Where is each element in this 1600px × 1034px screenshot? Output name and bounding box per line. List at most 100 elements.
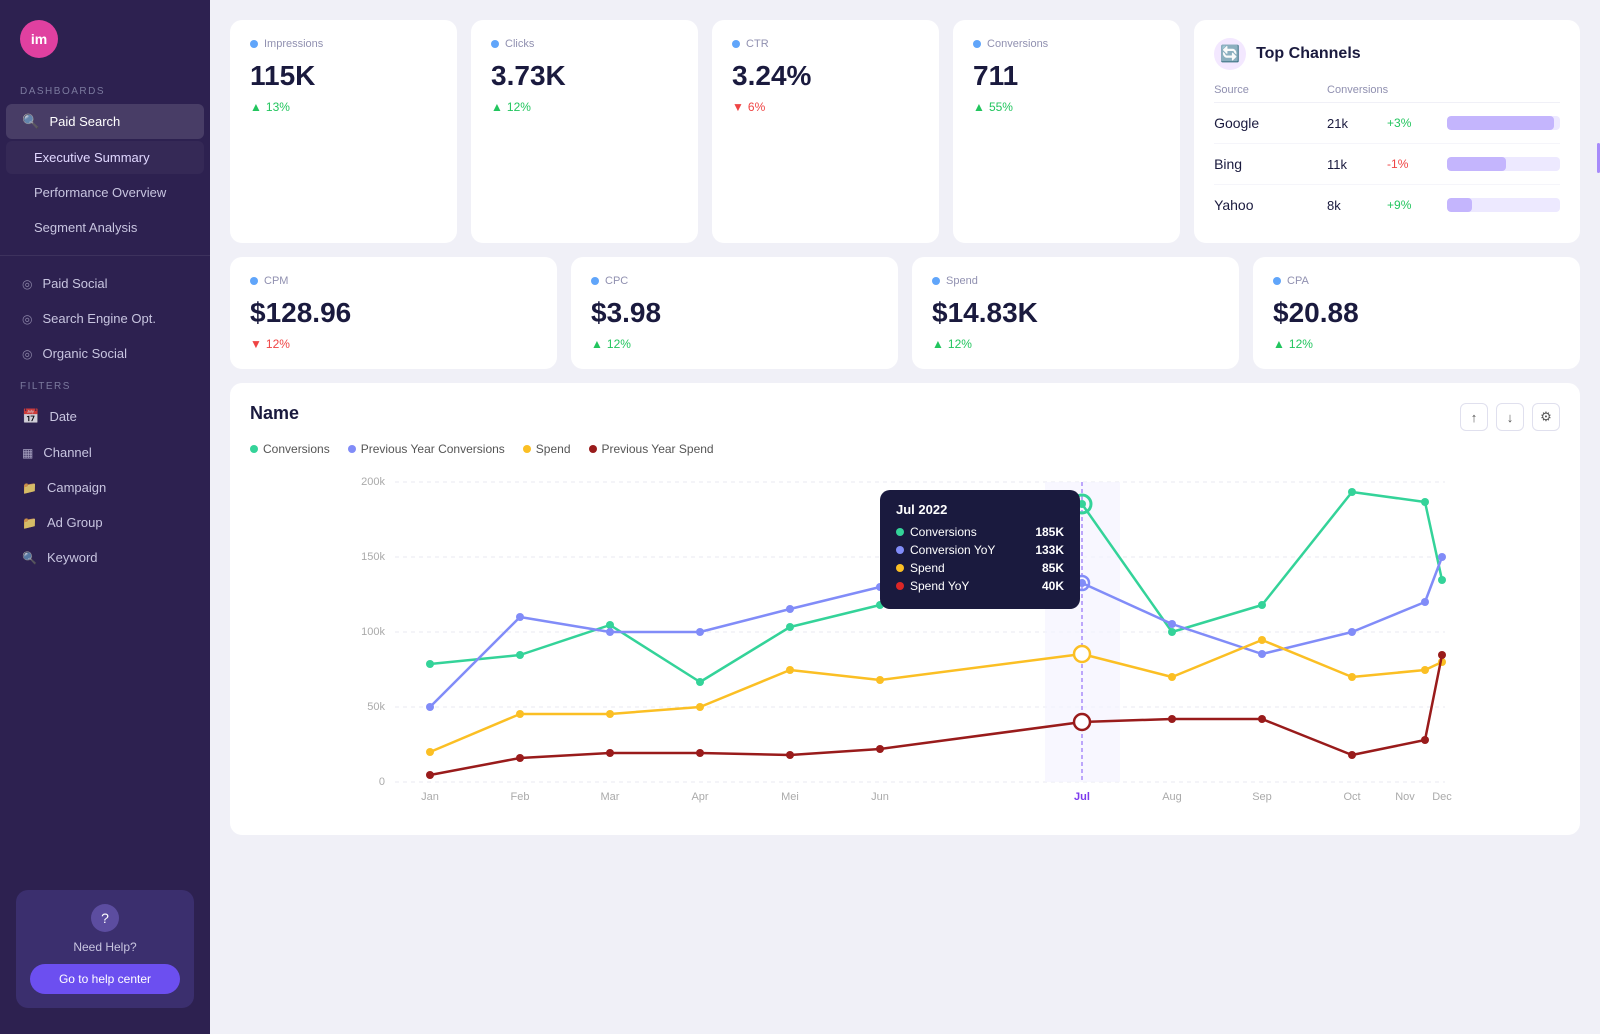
metric-change: ▲ 12% <box>491 100 678 114</box>
svg-text:Jul: Jul <box>1074 791 1090 803</box>
metric-value: $20.88 <box>1273 297 1560 329</box>
ad-group-icon: 📁 <box>22 516 37 530</box>
channel-row-bing: Bing 11k -1% <box>1214 144 1560 185</box>
metric-change-value: 55% <box>989 100 1013 114</box>
metric-card-clicks: Clicks 3.73K ▲ 12% <box>471 20 698 243</box>
tooltip-label: Spend <box>896 561 945 575</box>
settings-button[interactable]: ⚙ <box>1532 403 1560 431</box>
arrow-down-icon: ▼ <box>732 100 744 114</box>
download-button[interactable]: ↓ <box>1496 403 1524 431</box>
svg-text:150k: 150k <box>361 551 385 563</box>
sidebar-item-label: Search Engine Opt. <box>42 311 155 326</box>
sidebar-item-label: Executive Summary <box>34 150 150 165</box>
metric-card-cpm: CPM $128.96 ▼ 12% <box>230 257 557 369</box>
channels-icon: 🔄 <box>1214 38 1246 70</box>
arrow-down-icon: ▼ <box>250 337 262 351</box>
sidebar-item-paid-social[interactable]: ◎ Paid Social <box>6 267 204 300</box>
metric-change-value: 12% <box>948 337 972 351</box>
logo-area: im <box>0 0 210 68</box>
metrics-row2-grid: CPM $128.96 ▼ 12% CPC $3.98 ▲ 12% Spend <box>230 257 1580 369</box>
conversions-label: Conversions <box>1327 84 1387 96</box>
metric-card-cpc: CPC $3.98 ▲ 12% <box>571 257 898 369</box>
metric-card-conversions: Conversions 711 ▲ 55% <box>953 20 1180 243</box>
chart-title: Name <box>250 403 299 424</box>
metric-change: ▲ 12% <box>932 337 1219 351</box>
sidebar-item-segment-analysis[interactable]: Segment Analysis <box>6 211 204 244</box>
legend-label: Conversions <box>263 442 330 456</box>
tooltip-value: 185K <box>1035 525 1064 539</box>
channel-name: Yahoo <box>1214 197 1327 213</box>
arrow-up-icon: ▲ <box>250 100 262 114</box>
metric-value: $14.83K <box>932 297 1219 329</box>
tooltip-value: 40K <box>1042 579 1064 593</box>
metric-name: CPM <box>264 275 288 287</box>
legend-item-prev-conversions: Previous Year Conversions <box>348 442 505 456</box>
channel-bar-container <box>1447 157 1560 171</box>
metric-dot <box>732 40 740 48</box>
sidebar-item-organic-social[interactable]: ◎ Organic Social <box>6 337 204 370</box>
metric-card-spend: Spend $14.83K ▲ 12% <box>912 257 1239 369</box>
metric-value: 3.24% <box>732 60 919 92</box>
channel-change: -1% <box>1387 157 1447 171</box>
channel-name: Bing <box>1214 156 1327 172</box>
metric-change: ▲ 12% <box>1273 337 1560 351</box>
keyword-icon: 🔍 <box>22 551 37 565</box>
chart-legend: Conversions Previous Year Conversions Sp… <box>250 442 1560 456</box>
svg-text:0: 0 <box>379 776 385 788</box>
metric-change-value: 12% <box>1289 337 1313 351</box>
svg-text:Sep: Sep <box>1252 791 1272 803</box>
channel-change: +9% <box>1387 198 1447 212</box>
sidebar-item-campaign[interactable]: 📁 Campaign <box>6 471 204 504</box>
channel-change: +3% <box>1387 116 1447 130</box>
go-to-help-center-button[interactable]: Go to help center <box>30 964 180 994</box>
channel-conv: 8k <box>1327 198 1387 213</box>
source-label: Source <box>1214 84 1327 96</box>
metric-label: Spend <box>932 275 1219 287</box>
metric-change-value: 12% <box>607 337 631 351</box>
channels-col-headers: Source Conversions <box>1214 84 1560 103</box>
sidebar-item-ad-group[interactable]: 📁 Ad Group <box>6 506 204 539</box>
legend-dot <box>589 445 597 453</box>
metric-change-value: 12% <box>266 337 290 351</box>
sidebar-item-date[interactable]: 📅 Date <box>6 399 204 434</box>
sidebar-item-performance-overview[interactable]: Performance Overview <box>6 176 204 209</box>
sidebar-item-label: Paid Social <box>42 276 107 291</box>
metric-name: Clicks <box>505 38 534 50</box>
metric-change-value: 13% <box>266 100 290 114</box>
sidebar-item-paid-search[interactable]: 🔍 Paid Search <box>6 104 204 139</box>
top-channels-header: 🔄 Top Channels <box>1214 38 1560 70</box>
metric-name: CPC <box>605 275 628 287</box>
seo-icon: ◎ <box>22 312 32 326</box>
sidebar-item-label: Keyword <box>47 550 98 565</box>
tooltip-text: Conversion YoY <box>910 543 995 557</box>
metric-name: Conversions <box>987 38 1048 50</box>
svg-text:100k: 100k <box>361 626 385 638</box>
sidebar-item-keyword[interactable]: 🔍 Keyword <box>6 541 204 574</box>
channel-row-google: Google 21k +3% <box>1214 103 1560 144</box>
arrow-up-icon: ▲ <box>932 337 944 351</box>
tooltip-row-conversions: Conversions 185K <box>896 525 1064 539</box>
channel-bar-container <box>1447 198 1560 212</box>
channel-conv: 11k <box>1327 157 1387 172</box>
metric-card-impressions: Impressions 115K ▲ 13% <box>230 20 457 243</box>
dashboards-label: DASHBOARDS <box>0 68 210 103</box>
metric-dot <box>250 40 258 48</box>
metric-change: ▲ 13% <box>250 100 437 114</box>
legend-label: Previous Year Conversions <box>361 442 505 456</box>
metric-change: ▲ 55% <box>973 100 1160 114</box>
metric-label: CPC <box>591 275 878 287</box>
sidebar-item-channel[interactable]: ▦ Channel <box>6 436 204 469</box>
channel-name: Google <box>1214 115 1327 131</box>
legend-item-spend: Spend <box>523 442 571 456</box>
sidebar-item-label: Organic Social <box>42 346 127 361</box>
tooltip-dot <box>896 582 904 590</box>
sidebar-item-executive-summary[interactable]: Executive Summary <box>6 141 204 174</box>
tooltip-label: Conversions <box>896 525 977 539</box>
metric-dot <box>491 40 499 48</box>
chart-controls: ↑ ↓ ⚙ <box>1460 403 1560 431</box>
channel-bar-container <box>1447 116 1560 130</box>
channel-row-yahoo: Yahoo 8k +9% <box>1214 185 1560 225</box>
sidebar-item-search-engine-opt[interactable]: ◎ Search Engine Opt. <box>6 302 204 335</box>
upload-button[interactable]: ↑ <box>1460 403 1488 431</box>
help-icon: ? <box>91 904 119 932</box>
